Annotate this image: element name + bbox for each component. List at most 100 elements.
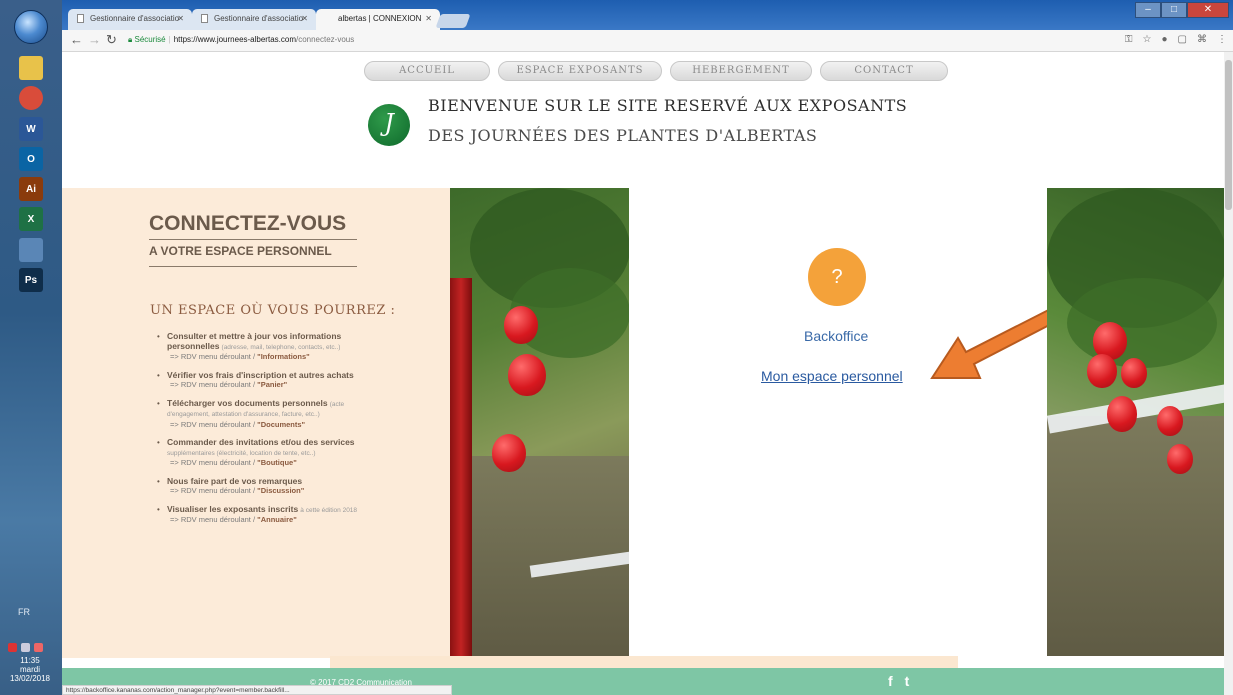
explorer-icon[interactable]	[19, 56, 43, 80]
tab-close-icon[interactable]: ✕	[177, 14, 184, 23]
browser-toolbar: ← → ↻ 🔒︎ Sécurisé | https://www.journees-a…	[62, 30, 1233, 52]
extension-icon-2[interactable]: ▢	[1178, 34, 1187, 45]
excel-icon[interactable]: X	[19, 207, 43, 231]
reload-icon[interactable]: ↻	[106, 33, 117, 47]
item-rdv: => RDV menu déroulant / "Panier"	[167, 380, 372, 390]
start-button[interactable]	[14, 10, 48, 44]
facebook-icon[interactable]: f	[888, 673, 905, 689]
page-icon	[201, 14, 208, 23]
extension-icon-3[interactable]: ⌘	[1197, 34, 1207, 45]
new-tab-button[interactable]	[435, 14, 471, 28]
rdv-target: "Boutique"	[257, 458, 297, 467]
nav-accueil[interactable]: ACCUEIL	[364, 61, 490, 81]
nav-hebergement[interactable]: HEBERGEMENT	[670, 61, 812, 81]
item-title: Visualiser les exposants inscrits	[167, 503, 299, 514]
twitter-icon[interactable]: t	[905, 673, 922, 689]
item-rdv: => RDV menu déroulant / "Discussion"	[167, 486, 372, 496]
clock-day: mardi	[19, 665, 40, 674]
site-nav: ACCUEIL ESPACE EXPOSANTS HEBERGEMENT CON…	[364, 61, 948, 83]
photoshop-icon[interactable]: Ps	[19, 268, 43, 292]
secure-label: Sécurisé	[134, 35, 166, 44]
nav-contact[interactable]: CONTACT	[820, 61, 948, 81]
scroll-thumb[interactable]	[1225, 60, 1232, 210]
rdv-text: => RDV menu déroulant /	[170, 515, 258, 524]
system-tray	[8, 643, 56, 653]
panel-subtitle: A VOTRE ESPACE PERSONNEL	[149, 244, 332, 258]
balloon	[508, 354, 546, 396]
minimize-button[interactable]: –	[1135, 2, 1161, 18]
rdv-text: => RDV menu déroulant /	[170, 380, 258, 389]
address-separator: |	[168, 35, 171, 44]
item-rdv: => RDV menu déroulant / "Boutique"	[167, 458, 372, 468]
status-bar-url: https://backoffice.kananas.com/action_ma…	[62, 685, 452, 695]
tab-title: Gestionnaire d'associatio	[214, 14, 304, 23]
item-detail: (adresse, mail, telephone, contacts, etc…	[221, 343, 341, 351]
balloon	[492, 434, 526, 472]
list-item: Consulter et mettre à jour vos informati…	[157, 331, 372, 362]
info-panel: CONNECTEZ-VOUS A VOTRE ESPACE PERSONNEL …	[62, 188, 450, 658]
key-icon[interactable]: ⚿	[1125, 34, 1133, 45]
rdv-target: "Panier"	[257, 380, 288, 389]
stone-wall	[1047, 416, 1224, 656]
window-controls: – □ ✕	[1135, 2, 1229, 18]
section-heading: UN ESPACE OÙ VOUS POURREZ :	[150, 303, 396, 318]
garden-photo-left	[450, 188, 629, 656]
language-indicator[interactable]: FR	[18, 607, 30, 617]
list-item: Télécharger vos documents personnels (ac…	[157, 398, 372, 430]
scrollbar[interactable]	[1224, 52, 1233, 695]
item-rdv: => RDV menu déroulant / "Annuaire"	[167, 515, 372, 525]
help-badge[interactable]: ?	[808, 248, 866, 306]
item-rdv: => RDV menu déroulant / "Documents"	[167, 420, 372, 430]
tab-close-icon[interactable]: ✕	[425, 14, 432, 23]
balloon	[1087, 354, 1117, 388]
tab-strip: Gestionnaire d'associatio ✕ Gestionnaire…	[62, 0, 1233, 30]
tab-close-icon[interactable]: ✕	[301, 14, 308, 23]
clock-date: 13/02/2018	[9, 674, 51, 683]
item-detail: supplémentaires (électricité, location d…	[167, 449, 316, 457]
balloon	[1107, 396, 1137, 432]
close-window-button[interactable]: ✕	[1187, 2, 1229, 18]
back-icon[interactable]: ←	[70, 33, 83, 47]
browser-tab[interactable]: Gestionnaire d'associatio ✕	[192, 9, 316, 30]
rdv-text: => RDV menu déroulant /	[170, 352, 258, 361]
item-title: Commander des invitations et/ou des serv…	[167, 437, 355, 447]
rdv-target: "Discussion"	[257, 486, 305, 495]
flag-icon[interactable]	[8, 643, 17, 652]
rdv-text: => RDV menu déroulant /	[170, 486, 258, 495]
browser-tab[interactable]: Gestionnaire d'associatio ✕	[68, 9, 192, 30]
mon-espace-personnel-link[interactable]: Mon espace personnel	[761, 368, 903, 384]
garden-photo-right	[1047, 188, 1224, 656]
app-icon[interactable]	[19, 238, 43, 262]
divider	[149, 266, 357, 267]
forward-icon[interactable]: →	[88, 33, 101, 47]
item-title: Vérifier vos frais d'inscription et autr…	[167, 369, 354, 380]
star-icon[interactable]: ☆	[1143, 34, 1152, 45]
balloon	[1167, 444, 1193, 474]
balloon	[1121, 358, 1147, 388]
rdv-text: => RDV menu déroulant /	[170, 419, 258, 429]
outlook-icon[interactable]: O	[19, 147, 43, 171]
browser-chrome: Gestionnaire d'associatio ✕ Gestionnaire…	[62, 0, 1233, 52]
backoffice-link[interactable]: Backoffice	[804, 328, 868, 344]
balloon	[504, 306, 538, 344]
rdv-target: "Informations"	[257, 352, 310, 361]
site-logo[interactable]: J	[368, 104, 410, 146]
rdv-target: "Documents"	[257, 419, 306, 429]
nav-espace-exposants[interactable]: ESPACE EXPOSANTS	[498, 61, 662, 81]
chrome-icon[interactable]	[19, 86, 43, 110]
divider	[149, 239, 357, 240]
address-bar[interactable]: 🔒︎ Sécurisé | https://www.journees-alberta…	[124, 32, 1114, 49]
extension-icon[interactable]: ●	[1162, 34, 1168, 45]
browser-tab-active[interactable]: albertas | CONNEXION ✕	[316, 9, 440, 30]
word-icon[interactable]: W	[19, 117, 43, 141]
list-item: Vérifier vos frais d'inscription et autr…	[157, 369, 372, 390]
maximize-button[interactable]: □	[1161, 2, 1187, 18]
menu-icon[interactable]: ⋮	[1217, 34, 1227, 45]
foliage	[1067, 278, 1217, 368]
lock-icon: 🔒︎	[128, 35, 133, 44]
network-icon[interactable]	[21, 643, 30, 652]
volume-icon[interactable]	[34, 643, 43, 652]
rdv-text: => RDV menu déroulant /	[170, 458, 258, 467]
illustrator-icon[interactable]: Ai	[19, 177, 43, 201]
clock[interactable]: 11:35 mardi 13/02/2018	[2, 656, 58, 683]
